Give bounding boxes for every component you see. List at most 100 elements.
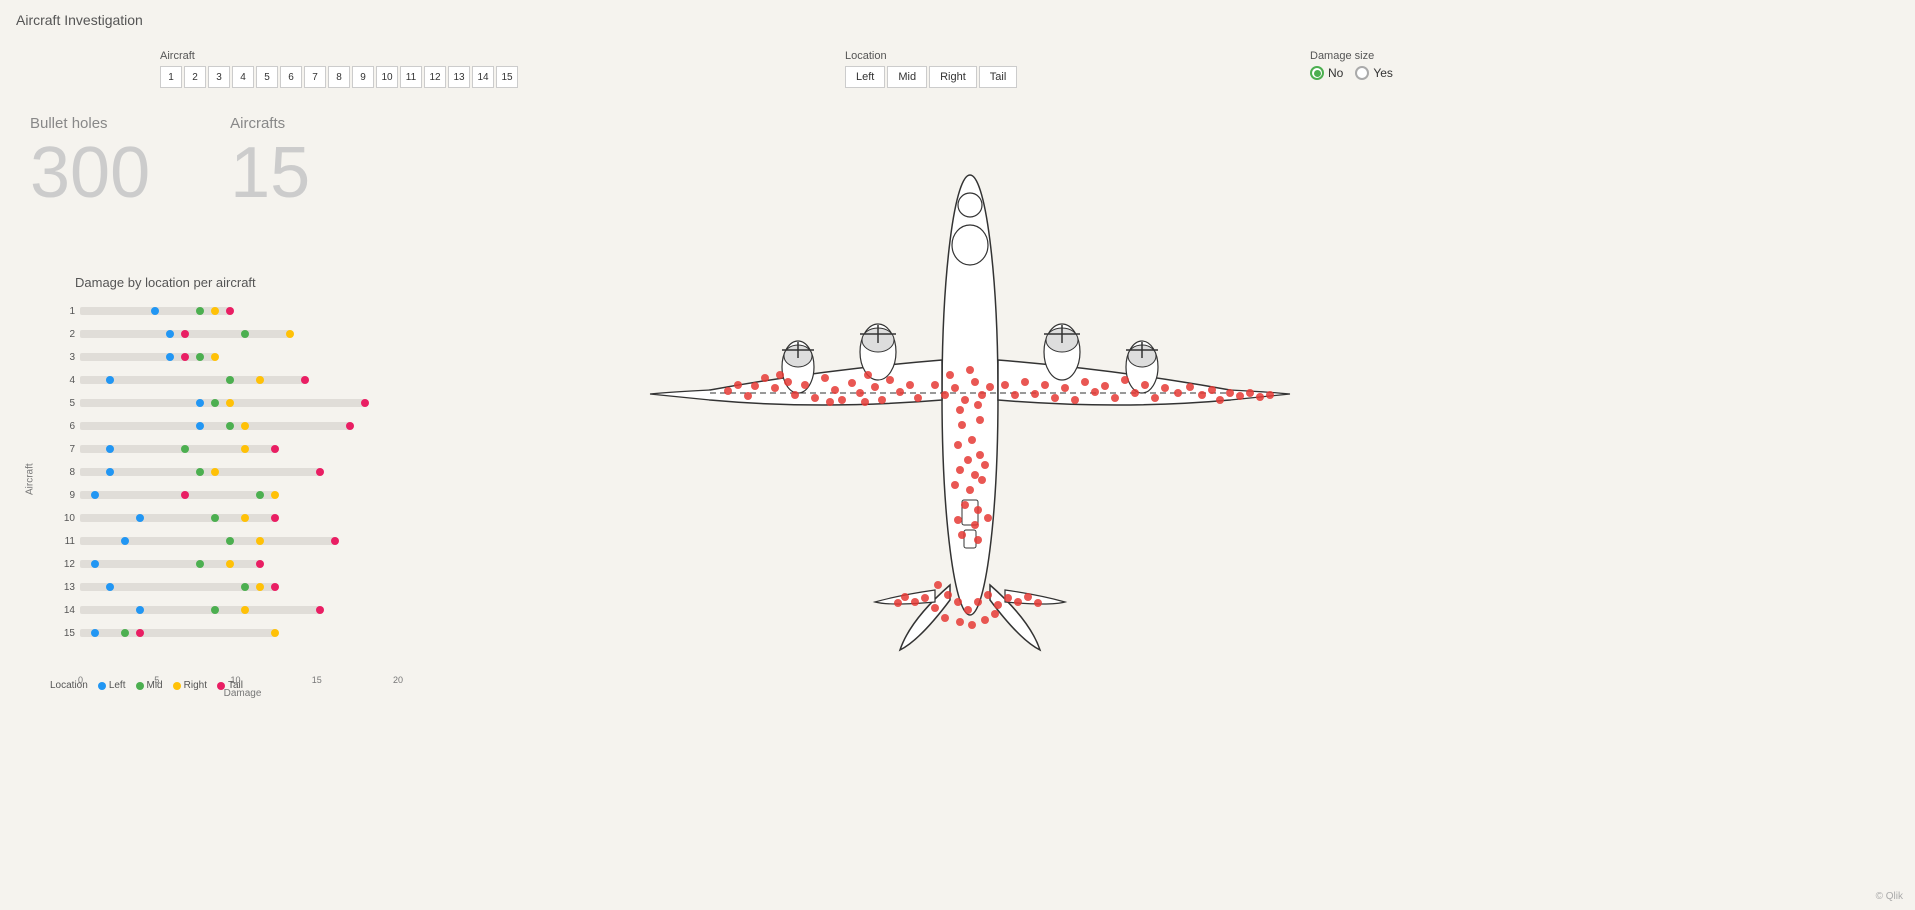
aircraft-btn-11[interactable]: 11 (400, 66, 422, 88)
bullet-holes-value: 300 (30, 137, 150, 209)
dot-left-row-11 (121, 537, 129, 545)
chart-row-11: 11 (55, 530, 405, 552)
chart-row-label-15: 15 (55, 628, 75, 639)
chart-area: Aircraft 123456789101112131415 (20, 300, 420, 670)
chart-bar-container-15 (80, 626, 405, 640)
dot-tail-row-1 (226, 307, 234, 315)
dot-left-row-14 (136, 606, 144, 614)
chart-bar-bg-14 (80, 606, 320, 614)
chart-bar-container-13 (80, 580, 405, 594)
aircraft-btn-8[interactable]: 8 (328, 66, 350, 88)
chart-row-6: 6 (55, 415, 405, 437)
location-btn-tail[interactable]: Tail (979, 66, 1018, 88)
chart-row-label-1: 1 (55, 306, 75, 317)
chart-row-label-10: 10 (55, 513, 75, 524)
chart-row-label-3: 3 (55, 352, 75, 363)
damage-option-label-no: No (1328, 66, 1343, 80)
legend-tail-label: Tail (228, 680, 243, 691)
chart-bar-bg-11 (80, 537, 335, 545)
chart-y-axis-label: Aircraft (25, 475, 36, 495)
aircraft-btn-6[interactable]: 6 (280, 66, 302, 88)
location-button-group: LeftMidRightTail (845, 66, 1017, 88)
dot-mid-row-2 (241, 330, 249, 338)
chart-row-label-13: 13 (55, 582, 75, 593)
dot-left-row-15 (91, 629, 99, 637)
dot-mid-row-9 (256, 491, 264, 499)
radio-circle-yes (1355, 66, 1369, 80)
chart-bar-container-4 (80, 373, 405, 387)
chart-row-5: 5 (55, 392, 405, 414)
chart-bar-container-10 (80, 511, 405, 525)
dot-right-row-14 (241, 606, 249, 614)
chart-section: Damage by location per aircraft Aircraft… (20, 275, 440, 699)
dot-tail-row-5 (361, 399, 369, 407)
dot-left-row-3 (166, 353, 174, 361)
legend-right: Right (173, 680, 207, 691)
dot-right-row-6 (241, 422, 249, 430)
kpi-section: Bullet holes 300 Aircrafts 15 (30, 115, 310, 209)
chart-row-1: 1 (55, 300, 405, 322)
dot-mid-row-13 (241, 583, 249, 591)
chart-bar-bg-3 (80, 353, 215, 361)
aircraft-btn-5[interactable]: 5 (256, 66, 278, 88)
aircraft-btn-4[interactable]: 4 (232, 66, 254, 88)
aircraft-visualization (620, 130, 1320, 660)
aircraft-btn-1[interactable]: 1 (160, 66, 182, 88)
dot-tail-row-12 (256, 560, 264, 568)
chart-row-9: 9 (55, 484, 405, 506)
dot-left-row-4 (106, 376, 114, 384)
chart-row-label-7: 7 (55, 444, 75, 455)
dot-left-row-9 (91, 491, 99, 499)
dot-left-row-7 (106, 445, 114, 453)
chart-row-label-2: 2 (55, 329, 75, 340)
chart-row-3: 3 (55, 346, 405, 368)
dot-right-row-3 (211, 353, 219, 361)
chart-row-label-8: 8 (55, 467, 75, 478)
location-btn-left[interactable]: Left (845, 66, 885, 88)
aircraft-btn-10[interactable]: 10 (376, 66, 398, 88)
aircraft-btn-3[interactable]: 3 (208, 66, 230, 88)
dot-left-row-10 (136, 514, 144, 522)
location-filter: Location LeftMidRightTail (845, 50, 1017, 88)
dot-mid-row-3 (196, 353, 204, 361)
x-tick-15: 15 (312, 675, 322, 685)
dot-right-row-2 (286, 330, 294, 338)
chart-bar-container-14 (80, 603, 405, 617)
aircraft-btn-14[interactable]: 14 (472, 66, 494, 88)
chart-row-label-11: 11 (55, 536, 75, 547)
dot-right-row-9 (271, 491, 279, 499)
damage-size-filter: Damage size No Yes (1310, 50, 1393, 80)
dot-mid-row-5 (211, 399, 219, 407)
dot-right-row-1 (211, 307, 219, 315)
chart-bar-bg-6 (80, 422, 350, 430)
dot-tail-row-13 (271, 583, 279, 591)
chart-bar-container-7 (80, 442, 405, 456)
aircraft-btn-7[interactable]: 7 (304, 66, 326, 88)
dot-right-row-8 (211, 468, 219, 476)
bullet-holes-label: Bullet holes (30, 115, 150, 132)
chart-bar-container-12 (80, 557, 405, 571)
damage-options-group: No Yes (1310, 66, 1393, 80)
legend-tail: Tail (217, 680, 243, 691)
legend-label: Location (50, 680, 88, 691)
location-btn-mid[interactable]: Mid (887, 66, 927, 88)
x-tick-20: 20 (393, 675, 403, 685)
aircraft-btn-2[interactable]: 2 (184, 66, 206, 88)
chart-row-7: 7 (55, 438, 405, 460)
damage-option-yes[interactable]: Yes (1355, 66, 1393, 80)
damage-option-no[interactable]: No (1310, 66, 1343, 80)
aircraft-btn-15[interactable]: 15 (496, 66, 518, 88)
damage-filter-label: Damage size (1310, 50, 1393, 62)
legend-mid: Mid (136, 680, 163, 691)
bullet-holes-kpi: Bullet holes 300 (30, 115, 150, 209)
aircraft-btn-13[interactable]: 13 (448, 66, 470, 88)
aircraft-btn-9[interactable]: 9 (352, 66, 374, 88)
aircraft-btn-12[interactable]: 12 (424, 66, 446, 88)
location-btn-right[interactable]: Right (929, 66, 977, 88)
aircraft-button-group: 123456789101112131415 (160, 66, 518, 88)
chart-row-14: 14 (55, 599, 405, 621)
dot-left-row-1 (151, 307, 159, 315)
chart-row-10: 10 (55, 507, 405, 529)
dot-mid-row-6 (226, 422, 234, 430)
dot-mid-row-14 (211, 606, 219, 614)
